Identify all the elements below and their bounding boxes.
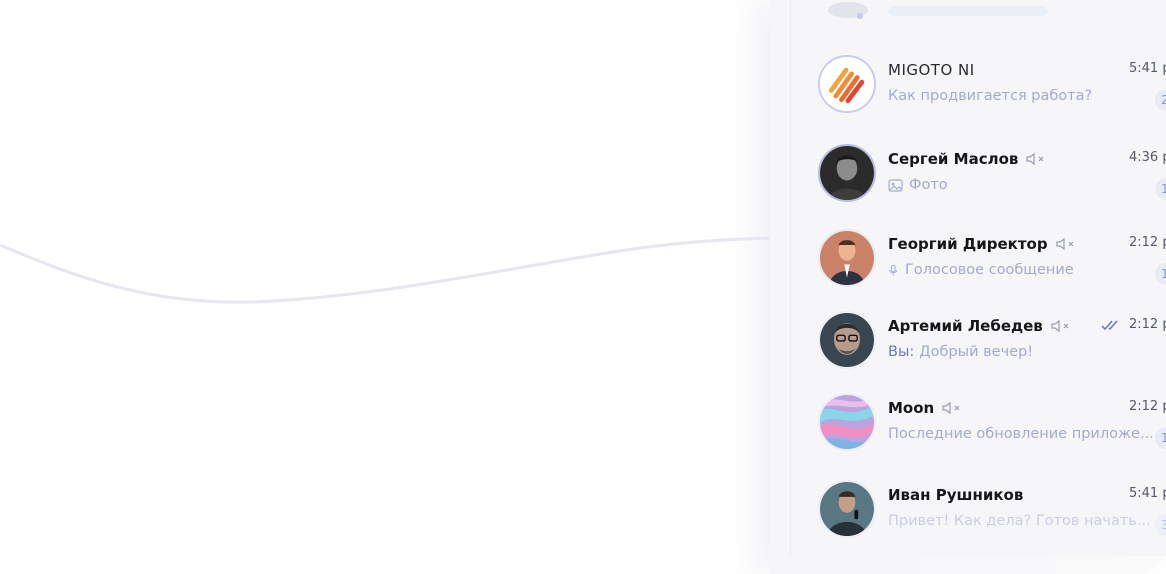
avatar-photo <box>820 231 874 285</box>
double-check-icon <box>1101 320 1118 331</box>
chat-item-artemiy[interactable]: Артемий Лебедев Вы: Добрый вечер! 2:12 p <box>818 311 1166 373</box>
chat-preview: Привет! Как дела? Готов начать... <box>888 513 1151 529</box>
avatar <box>818 393 876 451</box>
avatar <box>818 311 876 369</box>
avatar-photo <box>820 313 874 367</box>
chat-preview-prefix: Вы: <box>888 344 915 360</box>
avatar-photo <box>820 146 874 200</box>
chat-name: Георгий Директор <box>888 235 1048 253</box>
avatar <box>818 480 876 538</box>
chat-item-moon[interactable]: Moon Последние обновление приложе... 2:1… <box>818 393 1166 455</box>
avatar <box>818 144 876 202</box>
chat-time: 5:41 p <box>1129 61 1166 76</box>
chat-preview-row: Фото <box>888 177 948 193</box>
chat-time: 4:36 p <box>1129 150 1166 165</box>
chat-time: 2:12 p <box>1129 399 1166 414</box>
chat-preview: Голосовое сообщение <box>905 262 1074 278</box>
chat-name-row: Георгий Директор <box>888 235 1076 253</box>
chat-time: 5:41 p <box>1129 486 1166 501</box>
muted-icon <box>1055 237 1073 251</box>
muted-icon <box>942 401 960 415</box>
muted-icon <box>1026 152 1044 166</box>
chat-item-sergey[interactable]: Сергей Маслов Фото 4:36 p 1 <box>818 144 1166 206</box>
chat-name-row: Иван Рушников <box>888 486 1023 504</box>
unread-badge: 1 <box>1155 178 1166 200</box>
unread-badge: 1 <box>1155 427 1166 449</box>
chat-preview: Как продвигается работа? <box>888 88 1093 104</box>
stage: MIGOTO NI Как продвигается работа? 5:41 … <box>0 0 1166 574</box>
chat-name: Moon <box>888 399 935 417</box>
unread-badge: 3 <box>1155 514 1166 536</box>
unread-badge: 2 <box>1155 89 1166 111</box>
chat-name-row: Сергей Маслов <box>888 150 1046 168</box>
chat-preview: Последние обновление приложе... <box>888 426 1154 442</box>
chat-item-migoto[interactable]: MIGOTO NI Как продвигается работа? 5:41 … <box>818 55 1166 117</box>
chat-name-row: Артемий Лебедев <box>888 317 1071 335</box>
avatar <box>818 55 876 113</box>
microphone-icon <box>889 264 898 276</box>
chat-item-georgiy[interactable]: Георгий Директор Голосовое сообщение 2:1… <box>818 229 1166 291</box>
muted-icon <box>1051 319 1069 333</box>
chat-name: Сергей Маслов <box>888 150 1019 168</box>
chat-name: Иван Рушников <box>888 486 1024 504</box>
chat-time: 2:12 p <box>1129 317 1166 332</box>
chat-preview-row: Вы: Добрый вечер! <box>888 344 1033 360</box>
chat-preview: Добрый вечер! <box>919 344 1034 360</box>
avatar <box>818 229 876 287</box>
migoto-logo-icon <box>820 57 874 111</box>
chat-preview-row: Голосовое сообщение <box>888 262 1074 278</box>
chat-time: 2:12 p <box>1129 235 1166 250</box>
chat-name: MIGOTO NI <box>888 61 975 79</box>
chat-item-ivan[interactable]: Иван Рушников Привет! Как дела? Готов на… <box>818 480 1166 542</box>
chat-name-row: Moon <box>888 399 962 417</box>
chat-name: Артемий Лебедев <box>888 317 1043 335</box>
unread-badge: 1 <box>1155 263 1166 285</box>
avatar-photo <box>820 395 874 449</box>
avatar-photo <box>820 482 874 536</box>
image-icon <box>888 178 903 192</box>
chat-preview: Фото <box>909 177 948 193</box>
cut-off-chat-row <box>828 2 1048 19</box>
